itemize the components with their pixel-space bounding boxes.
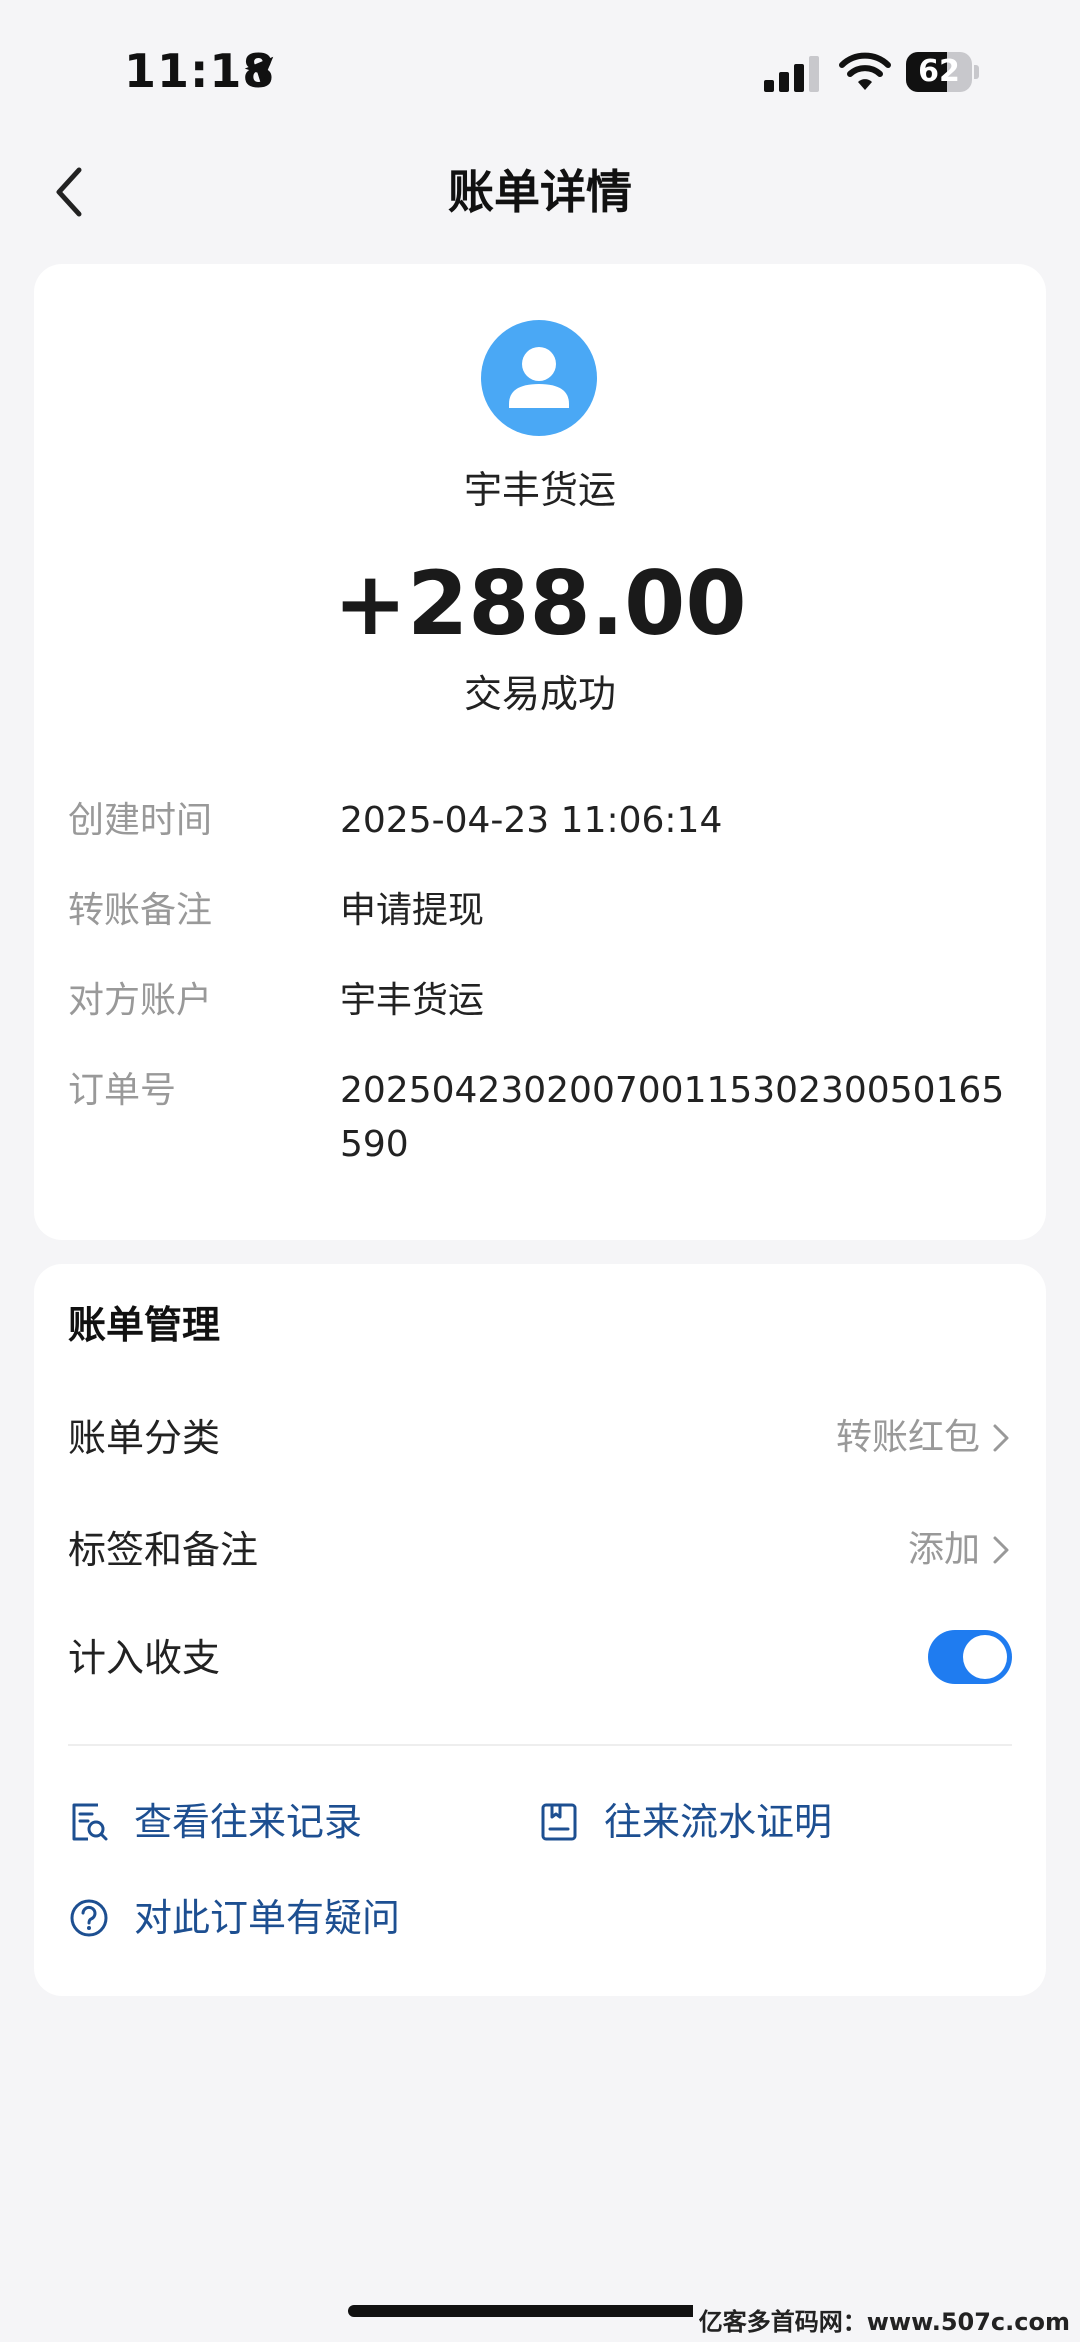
order-question-label: 对此订单有疑问: [134, 1896, 401, 1940]
page-title: 账单详情: [448, 165, 632, 219]
avatar: [481, 320, 597, 436]
cellular-signal-icon: [764, 56, 819, 92]
battery-indicator: 62: [906, 52, 979, 92]
counterparty-value: 宇丰货运: [340, 980, 485, 1021]
transfer-note-label: 转账备注: [68, 890, 213, 931]
bill-category-button[interactable]: 转账红包: [836, 1410, 1012, 1466]
bill-category-label: 账单分类: [68, 1416, 221, 1460]
created-time-value: 2025-04-23 11:06:14: [340, 800, 723, 841]
divider: [68, 1744, 1012, 1746]
counterparty-label: 对方账户: [68, 980, 213, 1021]
home-indicator[interactable]: [348, 2305, 732, 2317]
transaction-amount: +288.00: [333, 552, 747, 655]
created-time-label: 创建时间: [68, 800, 213, 841]
wifi-icon: [839, 52, 891, 90]
transfer-note-value: 申请提现: [340, 890, 485, 931]
question-circle-icon: [70, 1899, 108, 1937]
flow-proof-link[interactable]: 往来流水证明: [538, 1794, 832, 1850]
view-records-label: 查看往来记录: [134, 1800, 363, 1844]
user-icon: [509, 347, 569, 408]
certificate-icon: [541, 1803, 577, 1841]
toggle-knob: [963, 1635, 1007, 1679]
transaction-status: 交易成功: [463, 672, 616, 716]
transaction-card: 宇丰货运 +288.00 交易成功 创建时间 2025-04-23 11:06:…: [34, 264, 1046, 1240]
battery-percentage: 62: [918, 54, 960, 89]
order-number-value: 20250423020070011530230050165590: [340, 1070, 1005, 1165]
tags-notes-label: 标签和备注: [68, 1528, 259, 1572]
bill-management-card: 账单管理 账单分类 转账红包 标签和备注 添加 计入收支 查看往来记录 往来流水…: [34, 1264, 1046, 1996]
watermark: 亿客多首码网：www.507c.com: [692, 2304, 1076, 2340]
order-number-label: 订单号: [68, 1070, 177, 1111]
chevron-right-icon: [993, 1536, 1009, 1564]
battery-body: 62: [906, 52, 972, 92]
section-title: 账单管理: [68, 1303, 221, 1347]
document-search-icon: [72, 1803, 108, 1841]
include-income-label: 计入收支: [68, 1636, 221, 1680]
bill-category-value: 转账红包: [835, 1417, 980, 1458]
tags-notes-button[interactable]: 添加: [908, 1522, 1012, 1578]
view-records-link[interactable]: 查看往来记录: [68, 1794, 362, 1850]
location-arrow-icon: [244, 56, 274, 86]
battery-cap: [974, 65, 979, 79]
payee-name: 宇丰货运: [463, 468, 616, 512]
flow-proof-label: 往来流水证明: [604, 1800, 833, 1844]
navigation-bar: 账单详情: [0, 140, 1080, 240]
order-question-link[interactable]: 对此订单有疑问: [68, 1890, 400, 1946]
chevron-right-icon: [993, 1424, 1009, 1452]
include-income-toggle[interactable]: [928, 1630, 1012, 1684]
status-bar: 11:18 62: [0, 0, 1080, 140]
tags-notes-value: 添加: [907, 1529, 980, 1570]
